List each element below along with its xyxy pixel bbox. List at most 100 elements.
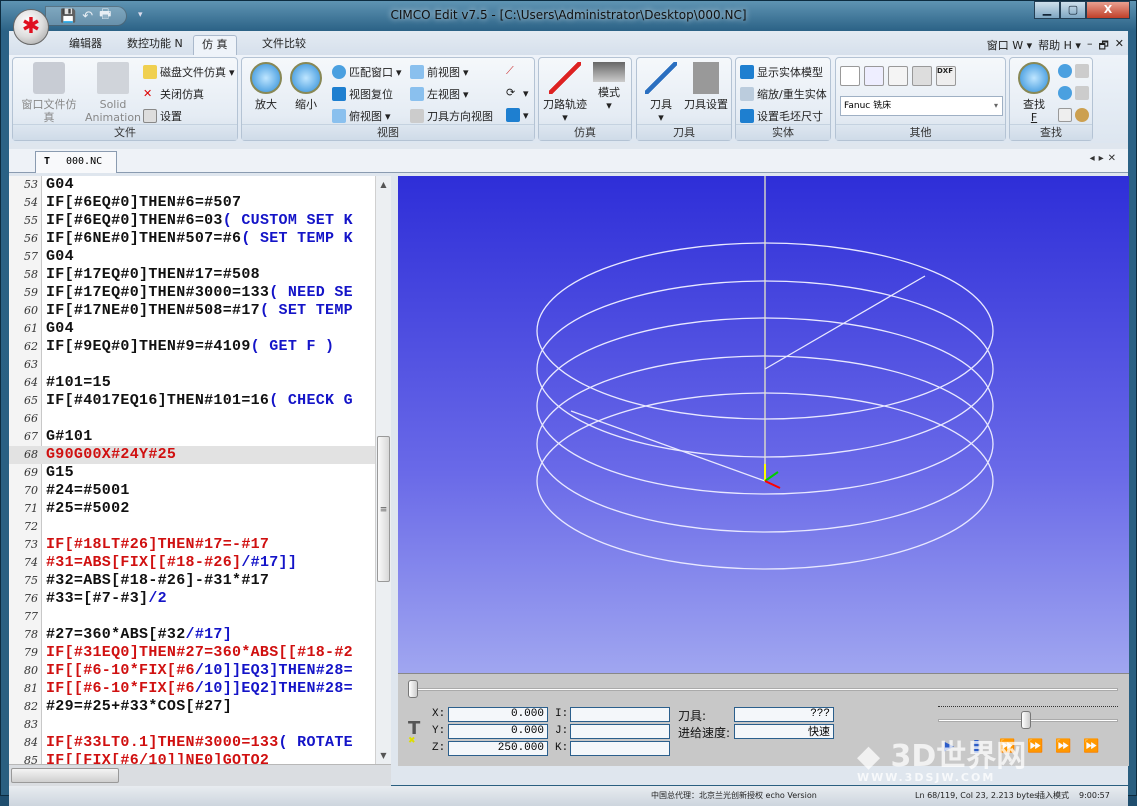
undo-icon[interactable]: ↶: [82, 9, 93, 24]
tab-file-compare[interactable]: 文件比较: [254, 35, 314, 55]
code-line[interactable]: 75 #32=ABS[#18-#26]-#31*#17: [9, 572, 375, 590]
zoom-regen-solid-button[interactable]: 缩放/重生实体: [740, 86, 827, 102]
run-to-cursor-button[interactable]: ⏩: [1027, 739, 1043, 754]
code-line[interactable]: 84 IF[#33LT0.1]THEN#3000=133( ROTATE: [9, 734, 375, 752]
scroll-down-icon[interactable]: ▼: [376, 751, 391, 760]
code-text: #29=#25+#33*COS[#27]: [46, 698, 232, 716]
code-line[interactable]: 68 G90G00X#24Y#25: [9, 446, 375, 464]
toolpath-button[interactable]: 刀路轨迹 ▾: [543, 62, 587, 124]
code-line[interactable]: 60 IF[#17NE#0]THEN#508=#17( SET TEMP: [9, 302, 375, 320]
progress-slider-thumb[interactable]: [408, 680, 418, 698]
code-line[interactable]: 58 IF[#17EQ#0]THEN#17=#508: [9, 266, 375, 284]
machine-icon[interactable]: [864, 66, 884, 86]
close-sim-button[interactable]: ✕ 关闭仿真: [143, 86, 204, 102]
code-line[interactable]: 70 #24=#5001: [9, 482, 375, 500]
h-scroll-thumb[interactable]: [11, 768, 119, 783]
mode-button[interactable]: 模式 ▾: [589, 62, 629, 112]
tab-nc-functions[interactable]: 数控功能 N: [119, 35, 191, 55]
code-line[interactable]: 54 IF[#6EQ#0]THEN#6=#507: [9, 194, 375, 212]
code-line[interactable]: 56 IF[#6NE#0]THEN#507=#6( SET TEMP K: [9, 230, 375, 248]
code-line[interactable]: 53 G04: [9, 176, 375, 194]
code-line[interactable]: 81 IF[[#6-10*FIX[#6/10]]EQ2]THEN#28=: [9, 680, 375, 698]
rotate-button[interactable]: ⟳ ▾: [506, 86, 529, 100]
tab-simulation[interactable]: 仿 真: [193, 35, 237, 55]
code-line[interactable]: 57 G04: [9, 248, 375, 266]
mdi-close-button[interactable]: ✕: [1115, 37, 1124, 56]
code-line[interactable]: 78 #27=360*ABS[#32/#17]: [9, 626, 375, 644]
mdi-minimize-button[interactable]: –: [1087, 37, 1093, 56]
save-icon[interactable]: 💾: [60, 9, 76, 24]
minimize-button[interactable]: ▁: [1034, 1, 1060, 19]
print-icon[interactable]: 🖶: [99, 5, 111, 27]
app-menu-button[interactable]: ✱: [13, 9, 49, 45]
code-line[interactable]: 76 #33=[#7-#3]/2: [9, 590, 375, 608]
settings-button[interactable]: 设置: [143, 108, 182, 124]
code-line[interactable]: 59 IF[#17EQ#0]THEN#3000=133( NEED SE: [9, 284, 375, 302]
tool-button[interactable]: 刀具 ▾: [641, 62, 681, 124]
code-line[interactable]: 82 #29=#25+#33*COS[#27]: [9, 698, 375, 716]
code-line[interactable]: 79 IF[#31EQ0]THEN#27=360*ABS[[#18-#2: [9, 644, 375, 662]
stock-size-button[interactable]: 设置毛坯尺寸: [740, 108, 823, 124]
tool-change-step-button[interactable]: ⏩: [1083, 739, 1099, 754]
qat-dropdown-icon[interactable]: ▾: [138, 10, 143, 20]
measure-button[interactable]: ⟋: [506, 64, 520, 78]
solid-animation-button[interactable]: Solid Animation: [81, 62, 145, 124]
code-line[interactable]: 71 #25=#5002: [9, 500, 375, 518]
find-button[interactable]: 查找 F: [1014, 62, 1054, 124]
code-line[interactable]: 73 IF[#18LT#26]THEN#17=-#17: [9, 536, 375, 554]
step-z-button[interactable]: ⏩: [1055, 739, 1071, 754]
machine-select[interactable]: Fanuc 铣床 ▾: [840, 96, 1003, 116]
code-line[interactable]: 80 IF[[#6-10*FIX[#6/10]]EQ3]THEN#28=: [9, 662, 375, 680]
progress-slider[interactable]: [410, 688, 1118, 691]
window-icon[interactable]: [888, 66, 908, 86]
shading-button[interactable]: ▾: [506, 108, 529, 122]
zoom-out-button[interactable]: 缩小: [288, 62, 324, 111]
tab-editor[interactable]: 编辑器: [61, 35, 110, 55]
left-view-button[interactable]: 左视图 ▾: [410, 86, 469, 102]
window-menu[interactable]: 窗口 W ▾: [987, 37, 1032, 56]
zoom-in-button[interactable]: 放大: [248, 62, 284, 111]
code-line[interactable]: 83: [9, 716, 375, 734]
code-line[interactable]: 65 IF[#4017EQ16]THEN#101=16( CHECK G: [9, 392, 375, 410]
tool-setup-button[interactable]: 刀具设置: [681, 62, 731, 111]
close-button[interactable]: X: [1086, 1, 1130, 19]
fit-window-button[interactable]: 匹配窗口 ▾: [332, 64, 402, 80]
code-line[interactable]: 85 IF[[FIX[#6/10]]NE0]GOTO2: [9, 752, 375, 764]
code-line[interactable]: 63: [9, 356, 375, 374]
code-line[interactable]: 55 IF[#6EQ#0]THEN#6=03( CUSTOM SET K: [9, 212, 375, 230]
window-file-sim-button[interactable]: 窗口文件仿真: [17, 62, 81, 124]
code-line[interactable]: 72: [9, 518, 375, 536]
find-extra-button[interactable]: [1058, 108, 1089, 122]
stl-icon[interactable]: [912, 66, 932, 86]
code-line[interactable]: 64 #101=15: [9, 374, 375, 392]
code-line[interactable]: 74 #31=ABS[FIX[[#18-#26]/#17]]: [9, 554, 375, 572]
code-line[interactable]: 62 IF[#9EQ#0]THEN#9=#4109( GET F ): [9, 338, 375, 356]
scroll-up-icon[interactable]: ▲: [376, 180, 391, 189]
code-line[interactable]: 67 G#101: [9, 428, 375, 446]
code-editor[interactable]: 53 G04 54 IF[#6EQ#0]THEN#6=#507 55 IF[#6EQ#0]…: [9, 176, 391, 764]
3d-simulation-view[interactable]: [398, 176, 1129, 673]
vertical-scrollbar[interactable]: ▲ ≡ ▼: [375, 176, 391, 764]
tool-direction-view-button[interactable]: 刀具方向视图: [410, 108, 493, 124]
show-solid-button[interactable]: 显示实体模型: [740, 64, 823, 80]
horizontal-scrollbar[interactable]: [9, 764, 391, 786]
dxf-icon[interactable]: DXF: [936, 66, 956, 86]
find-next-button[interactable]: [1058, 64, 1089, 78]
help-menu[interactable]: 帮助 H ▾: [1038, 37, 1081, 56]
maximize-button[interactable]: ▢: [1060, 1, 1086, 19]
scroll-thumb[interactable]: ≡: [377, 436, 390, 582]
axis-icon[interactable]: [840, 66, 860, 86]
disk-file-sim-button[interactable]: 磁盘文件仿真 ▾: [143, 64, 235, 80]
speed-slider-thumb[interactable]: [1021, 711, 1031, 729]
code-line[interactable]: 66: [9, 410, 375, 428]
mdi-restore-button[interactable]: 🗗: [1098, 37, 1108, 56]
code-line[interactable]: 61 G04: [9, 320, 375, 338]
document-tab[interactable]: T 000.NC: [35, 151, 117, 173]
front-view-button[interactable]: 前视图 ▾: [410, 64, 469, 80]
find-prev-button[interactable]: [1058, 86, 1089, 100]
tab-nav-arrows[interactable]: ◂▸✕: [1090, 153, 1120, 164]
top-view-button[interactable]: 俯视图 ▾: [332, 108, 391, 124]
view-reset-button[interactable]: 视图复位: [332, 86, 393, 102]
code-line[interactable]: 77: [9, 608, 375, 626]
code-line[interactable]: 69 G15: [9, 464, 375, 482]
